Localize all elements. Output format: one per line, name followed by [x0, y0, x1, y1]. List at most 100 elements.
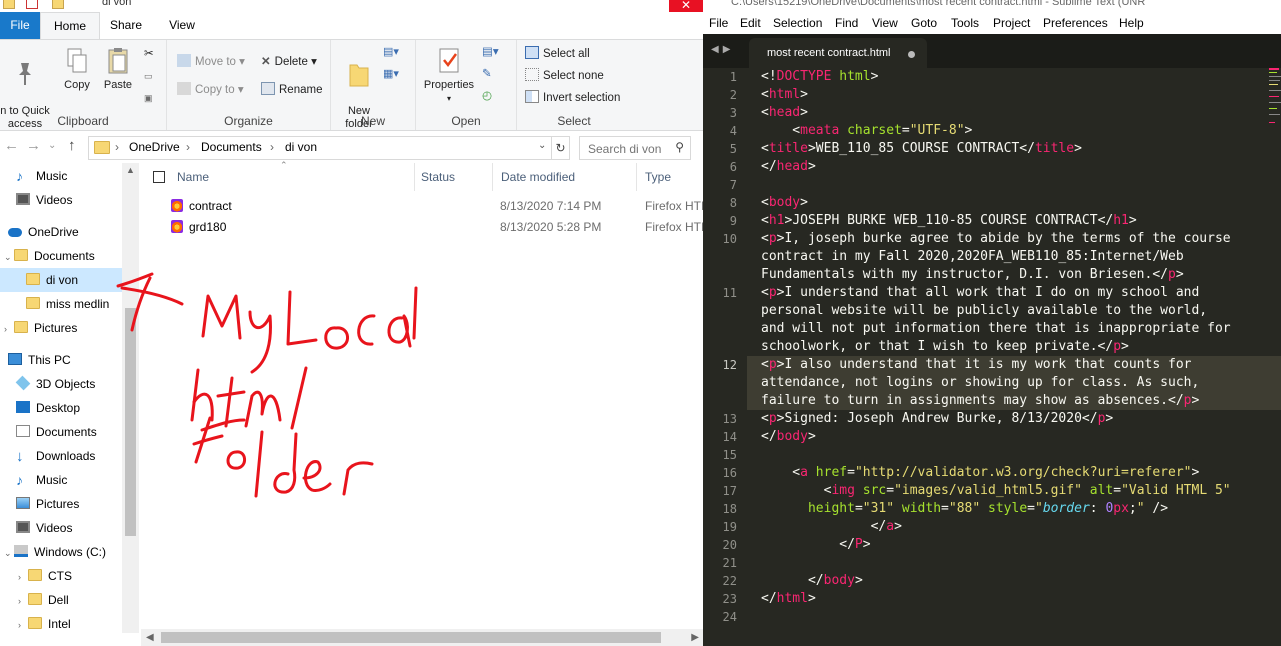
nav-item-dell[interactable]: › Dell: [4, 588, 69, 612]
forward-arrow-icon[interactable]: →: [26, 137, 41, 154]
menu-help[interactable]: Help: [1119, 16, 1144, 30]
column-header-name[interactable]: Name: [169, 163, 415, 191]
move-to-icon: [177, 54, 191, 67]
scrollbar-thumb[interactable]: [161, 632, 661, 643]
breadcrumb-documents[interactable]: Documents: [201, 140, 262, 154]
line-number: 6: [729, 160, 737, 174]
chevron-right-icon[interactable]: ›: [18, 589, 28, 613]
tab-share[interactable]: Share: [100, 12, 152, 39]
select-none-button[interactable]: Select none: [525, 68, 604, 84]
easy-access-icon[interactable]: ▦▾: [383, 66, 399, 82]
breadcrumb-di-von[interactable]: di von: [285, 140, 317, 154]
menu-find[interactable]: Find: [835, 16, 858, 30]
cut-icon[interactable]: ✂: [144, 46, 154, 62]
nav-scrollbar[interactable]: ▲: [122, 163, 139, 633]
tab-view[interactable]: View: [156, 12, 208, 39]
chevron-down-icon[interactable]: ⌄: [538, 140, 546, 151]
chevron-right-icon[interactable]: ›: [4, 317, 14, 341]
column-header-type[interactable]: Type: [637, 163, 703, 191]
menu-project[interactable]: Project: [993, 16, 1030, 30]
unsaved-dot-icon[interactable]: [908, 51, 915, 58]
scrollbar-thumb[interactable]: [125, 308, 136, 536]
menu-goto[interactable]: Goto: [911, 16, 937, 30]
minimap[interactable]: [1267, 68, 1281, 128]
recent-locations-icon[interactable]: ⌄: [48, 140, 56, 151]
nav-item-cts[interactable]: › CTS: [4, 564, 72, 588]
refresh-button[interactable]: ↻: [551, 136, 570, 160]
properties-button[interactable]: Properties ▾: [418, 44, 480, 105]
menu-edit[interactable]: Edit: [740, 16, 761, 30]
nav-item-intel[interactable]: › Intel: [4, 612, 71, 636]
chevron-down-icon[interactable]: ⌄: [4, 245, 14, 269]
nav-item-desktop[interactable]: Desktop: [16, 396, 80, 420]
search-box[interactable]: ⚲: [579, 136, 691, 160]
nav-item-documents[interactable]: ⌄ Documents: [4, 244, 95, 268]
folder-icon: [26, 273, 40, 285]
copy-path-icon[interactable]: ▭: [144, 68, 153, 84]
folder-icon[interactable]: [52, 0, 64, 9]
refresh-icon: ↻: [555, 141, 566, 155]
nav-item-this-pc[interactable]: This PC: [8, 348, 71, 372]
menu-view[interactable]: View: [872, 16, 898, 30]
menu-preferences[interactable]: Preferences: [1043, 16, 1108, 30]
menu-file[interactable]: File: [709, 16, 728, 30]
nav-item-miss-medlin[interactable]: miss medlin: [26, 292, 109, 316]
edit-icon[interactable]: ✎: [482, 66, 492, 82]
select-all-checkbox[interactable]: [153, 171, 165, 183]
new-item-icon[interactable]: ▤▾: [383, 44, 399, 60]
documents-icon: [16, 425, 30, 437]
rename-button[interactable]: Rename: [261, 82, 322, 98]
copy-to-button[interactable]: Copy to ▾: [177, 82, 244, 98]
close-button[interactable]: ✕: [669, 0, 703, 12]
horizontal-scrollbar[interactable]: ◀ ▶: [141, 629, 703, 646]
select-all-button[interactable]: Select all: [525, 46, 590, 62]
line-number: 24: [722, 610, 737, 624]
table-row[interactable]: grd180 8/13/2020 5:28 PM Firefox HTI: [171, 217, 703, 237]
code-line: <p>Signed: Joseph Andrew Burke, 8/13/202…: [761, 411, 1114, 426]
nav-item-videos-pc[interactable]: Videos: [16, 516, 72, 540]
history-icon[interactable]: ◴: [482, 88, 492, 104]
invert-selection-button[interactable]: Invert selection: [525, 90, 620, 106]
nav-item-di-von[interactable]: di von: [0, 268, 122, 292]
tab-most-recent-contract[interactable]: most recent contract.html: [749, 38, 927, 68]
paste-shortcut-icon[interactable]: ▣: [144, 90, 153, 106]
address-bar[interactable]: › OneDrive › Documents › di von ⌄: [88, 136, 570, 160]
column-header-status[interactable]: Status: [413, 163, 493, 191]
tab-home[interactable]: Home: [40, 12, 100, 40]
chevron-right-icon[interactable]: ›: [18, 565, 28, 589]
scroll-up-icon[interactable]: ▲: [126, 165, 135, 175]
breadcrumb-onedrive[interactable]: OneDrive: [129, 140, 180, 154]
nav-item-3d-objects[interactable]: 3D Objects: [15, 372, 95, 396]
scroll-left-icon[interactable]: ◀: [146, 629, 154, 646]
menu-selection[interactable]: Selection: [773, 16, 822, 30]
nav-item-downloads[interactable]: ↓ Downloads: [16, 444, 95, 468]
chevron-down-icon[interactable]: ⌄: [4, 541, 14, 565]
nav-item-music-pc[interactable]: ♪ Music: [16, 468, 67, 492]
editor-window-title: C:\Users\15219\OneDrive\Documents\most r…: [731, 0, 1146, 8]
open-icon[interactable]: ▤▾: [482, 44, 499, 60]
move-to-button[interactable]: Move to ▾: [177, 54, 245, 70]
menu-tools[interactable]: Tools: [951, 16, 979, 30]
paste-button[interactable]: Paste: [98, 44, 138, 92]
chevron-right-icon[interactable]: ›: [18, 613, 28, 637]
back-arrow-icon[interactable]: ←: [4, 137, 19, 154]
nav-item-videos[interactable]: Videos: [16, 188, 72, 212]
copy-button[interactable]: Copy: [58, 44, 96, 92]
table-row[interactable]: contract 8/13/2020 7:14 PM Firefox HTI: [171, 196, 703, 216]
up-arrow-icon[interactable]: ↑: [68, 137, 76, 154]
copy-to-icon: [177, 82, 191, 95]
nav-item-windows-c[interactable]: ⌄ Windows (C:): [4, 540, 106, 564]
checkmark-icon[interactable]: [26, 0, 38, 9]
tab-scroll-arrows-icon[interactable]: ◀▶: [711, 44, 734, 55]
nav-item-documents-pc[interactable]: Documents: [16, 420, 97, 444]
tab-file[interactable]: File: [0, 12, 40, 39]
scroll-right-icon[interactable]: ▶: [691, 629, 699, 646]
nav-item-music[interactable]: ♪ Music: [16, 164, 67, 188]
nav-item-pictures-pc[interactable]: Pictures: [16, 492, 79, 516]
delete-button[interactable]: ✕ Delete ▾: [261, 54, 317, 70]
column-header-date[interactable]: Date modified: [493, 163, 637, 191]
nav-item-pictures[interactable]: › Pictures: [4, 316, 77, 340]
breadcrumb-separator: ›: [186, 140, 190, 154]
search-input[interactable]: [586, 139, 672, 159]
nav-item-onedrive[interactable]: OneDrive: [8, 220, 79, 244]
